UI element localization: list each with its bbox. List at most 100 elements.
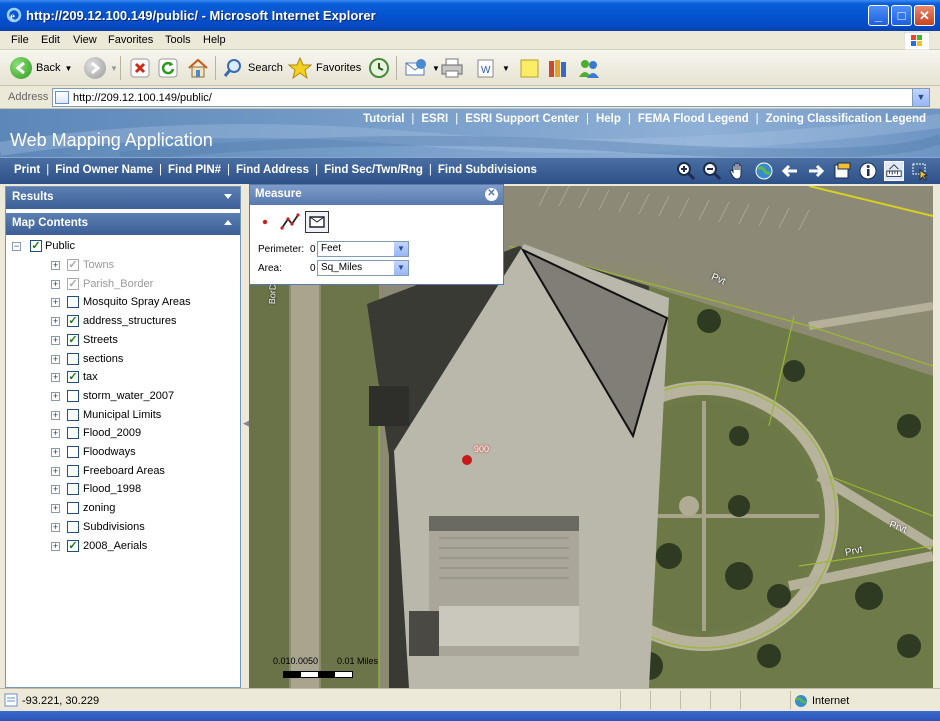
mail-dropdown-icon[interactable]: ▼: [432, 64, 440, 73]
back-dropdown-icon[interactable]: ▼: [64, 64, 72, 73]
nav-print[interactable]: Print: [14, 164, 40, 176]
layer-row[interactable]: + Floodways: [6, 443, 240, 462]
expand-icon[interactable]: +: [51, 373, 60, 383]
stop-button[interactable]: [129, 55, 151, 81]
layer-checkbox[interactable]: ✓: [67, 259, 79, 271]
expand-icon[interactable]: +: [51, 485, 60, 495]
checkbox-public[interactable]: ✓: [30, 240, 42, 252]
expand-icon[interactable]: +: [51, 391, 60, 401]
zoom-out-icon[interactable]: [702, 161, 722, 181]
favorites-button[interactable]: Favorites: [288, 55, 361, 81]
menu-edit[interactable]: Edit: [36, 32, 65, 48]
menu-tools[interactable]: Tools: [160, 32, 196, 48]
layer-checkbox[interactable]: [67, 483, 79, 496]
chevron-up-icon[interactable]: [224, 220, 232, 225]
perimeter-unit-select[interactable]: Feet ▼: [317, 241, 409, 257]
layer-row[interactable]: + Subdivisions: [6, 518, 240, 537]
forward-button[interactable]: ▼: [84, 55, 118, 81]
layer-checkbox[interactable]: [67, 389, 79, 402]
map-contents-panel-header[interactable]: Map Contents: [6, 213, 240, 235]
address-url[interactable]: http://209.12.100.149/public/: [73, 92, 212, 104]
layer-row[interactable]: + Mosquito Spray Areas: [6, 293, 240, 312]
tree-root-public[interactable]: − ✓ Public: [6, 237, 240, 256]
layer-row[interactable]: + zoning: [6, 499, 240, 518]
point-tool-icon[interactable]: [258, 215, 272, 229]
layer-checkbox[interactable]: [67, 446, 79, 458]
measure-header[interactable]: Measure ✕: [250, 185, 503, 205]
layer-row[interactable]: + ✓ 2008_Aerials: [6, 537, 240, 556]
layer-checkbox[interactable]: [67, 408, 79, 421]
search-button[interactable]: Search: [222, 55, 283, 81]
layer-checkbox[interactable]: ✓: [67, 333, 79, 346]
expand-icon[interactable]: +: [51, 448, 60, 457]
layer-checkbox[interactable]: ✓: [67, 539, 79, 552]
layer-row[interactable]: + ✓ tax: [6, 368, 240, 387]
close-icon[interactable]: ✕: [485, 188, 498, 201]
expand-icon[interactable]: +: [51, 335, 60, 345]
link-tutorial[interactable]: Tutorial: [363, 113, 404, 125]
layer-row[interactable]: + storm_water_2007: [6, 387, 240, 406]
nav-find-subdivisions[interactable]: Find Subdivisions: [438, 164, 537, 176]
layer-checkbox[interactable]: [67, 502, 79, 515]
messenger-button[interactable]: [576, 55, 602, 81]
measure-icon[interactable]: [884, 161, 904, 181]
nav-find-address[interactable]: Find Address: [236, 164, 309, 176]
expand-icon[interactable]: +: [51, 354, 60, 364]
layer-row[interactable]: + Flood_2009: [6, 424, 240, 443]
back-button[interactable]: Back ▼: [10, 55, 72, 81]
minimize-button[interactable]: _: [868, 5, 889, 26]
forward-dropdown-icon[interactable]: ▼: [110, 64, 118, 73]
layer-checkbox[interactable]: ✓: [67, 371, 79, 384]
layer-row[interactable]: + ✓ Streets: [6, 331, 240, 350]
splitter-grip-icon[interactable]: ◀: [243, 418, 250, 430]
expand-icon[interactable]: +: [51, 541, 60, 551]
address-dropdown-icon[interactable]: ▼: [912, 89, 929, 106]
panel-splitter[interactable]: ◀: [241, 186, 250, 688]
link-esri-support[interactable]: ESRI Support Center: [465, 113, 579, 125]
zoom-in-icon[interactable]: [676, 161, 696, 181]
research-button[interactable]: [546, 55, 570, 81]
link-zoning-legend[interactable]: Zoning Classification Legend: [766, 113, 926, 125]
chevron-down-icon[interactable]: [224, 194, 232, 199]
forward-extent-icon[interactable]: [806, 161, 826, 181]
layer-checkbox[interactable]: [67, 520, 79, 533]
layer-checkbox[interactable]: [67, 296, 79, 309]
polygon-tool-button[interactable]: [305, 211, 329, 233]
area-unit-select[interactable]: Sq_Miles ▼: [317, 260, 409, 276]
layer-row[interactable]: + Freeboard Areas: [6, 462, 240, 481]
edit-dropdown-icon[interactable]: ▼: [502, 64, 510, 73]
chevron-down-icon[interactable]: ▼: [394, 261, 408, 275]
layer-row[interactable]: + ✓ Parish_Border: [6, 275, 240, 294]
layer-checkbox[interactable]: [67, 464, 79, 477]
layer-row[interactable]: + ✓ address_structures: [6, 312, 240, 331]
link-help[interactable]: Help: [596, 113, 621, 125]
expand-icon[interactable]: +: [51, 261, 60, 270]
home-button[interactable]: [186, 55, 210, 81]
expand-icon[interactable]: +: [51, 466, 60, 476]
expand-icon[interactable]: +: [51, 504, 60, 514]
history-button[interactable]: [367, 55, 391, 81]
edit-button[interactable]: W ▼: [474, 55, 510, 81]
expand-icon[interactable]: +: [51, 298, 60, 308]
menu-view[interactable]: View: [68, 32, 102, 48]
nav-find-sec-twn-rng[interactable]: Find Sec/Twn/Rng: [324, 164, 423, 176]
print-button[interactable]: [440, 55, 464, 81]
layer-checkbox[interactable]: [67, 352, 79, 365]
close-button[interactable]: ✕: [914, 5, 935, 26]
link-fema-flood-legend[interactable]: FEMA Flood Legend: [638, 113, 749, 125]
refresh-button[interactable]: [157, 55, 179, 81]
layer-row[interactable]: + sections: [6, 350, 240, 369]
polyline-tool-icon[interactable]: [280, 213, 300, 231]
nav-find-pin[interactable]: Find PIN#: [168, 164, 221, 176]
layer-checkbox[interactable]: ✓: [67, 277, 79, 290]
full-extent-icon[interactable]: [754, 161, 774, 181]
menu-favorites[interactable]: Favorites: [103, 32, 158, 48]
chevron-down-icon[interactable]: ▼: [394, 242, 408, 256]
layer-row[interactable]: + ✓ Towns: [6, 256, 240, 275]
results-panel-header[interactable]: Results: [6, 187, 240, 209]
back-extent-icon[interactable]: [780, 161, 800, 181]
expand-icon[interactable]: +: [51, 317, 60, 327]
layer-icon[interactable]: [832, 161, 852, 181]
mail-button[interactable]: ▼: [404, 55, 440, 81]
link-esri[interactable]: ESRI: [421, 113, 448, 125]
